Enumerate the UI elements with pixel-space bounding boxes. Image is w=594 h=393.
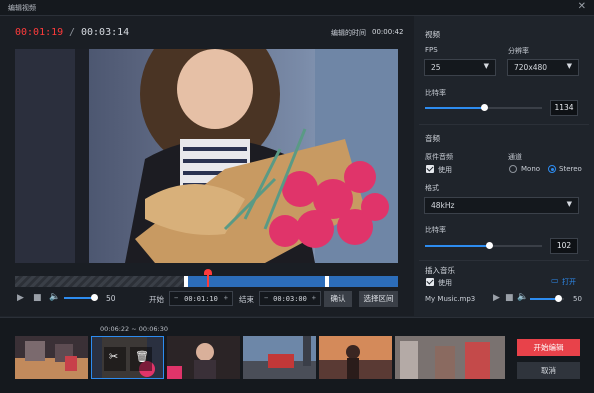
music-use-checkbox[interactable]: [426, 278, 434, 286]
music-use-label: 使用: [438, 279, 452, 287]
stop-icon[interactable]: ■: [33, 293, 42, 303]
fps-dropdown[interactable]: 25 ▼: [424, 59, 496, 76]
video-preview[interactable]: [15, 49, 398, 263]
format-label: 格式: [425, 184, 439, 192]
video-bitrate-slider[interactable]: [425, 104, 542, 111]
clip-range-label: 00:06:22 ~ 00:06:30: [100, 325, 168, 333]
volume-knob[interactable]: [91, 294, 98, 301]
start-label: 开始: [149, 295, 164, 304]
volume-value: 50: [106, 294, 116, 303]
music-file-name: My Music.mp3: [425, 295, 476, 303]
clip-thumbnail[interactable]: [167, 336, 240, 379]
original-audio-checkbox[interactable]: [426, 165, 434, 173]
chevron-down-icon: ▼: [566, 200, 572, 208]
music-volume-slider[interactable]: [530, 295, 564, 302]
format-value: 48kHz: [431, 201, 455, 210]
clip-thumbnail[interactable]: [243, 336, 316, 379]
music-play-icon[interactable]: ▶: [493, 293, 500, 303]
timeline-bar[interactable]: [15, 269, 398, 287]
video-bitrate-knob[interactable]: [481, 104, 488, 111]
mono-label: Mono: [521, 165, 541, 173]
trash-icon[interactable]: 🗑: [135, 350, 149, 363]
title-bar: 编辑视频 ✕: [0, 0, 594, 16]
select-range-button[interactable]: 选择区间: [359, 291, 398, 307]
end-time-input[interactable]: − 00:03:00 +: [259, 291, 321, 306]
audio-bitrate-label: 比特率: [425, 226, 446, 234]
original-audio-label: 原件音频: [425, 153, 453, 161]
video-frame-image: [15, 49, 398, 263]
volume-slider[interactable]: [64, 294, 98, 301]
start-plus-button[interactable]: +: [224, 294, 228, 302]
format-dropdown[interactable]: 48kHz ▼: [424, 197, 579, 214]
music-section-label: 插入音乐: [425, 266, 455, 275]
folder-open-icon[interactable]: ▭: [551, 276, 559, 285]
video-section-label: 视频: [425, 30, 440, 39]
channel-label: 通道: [508, 153, 522, 161]
original-audio-use-label: 使用: [438, 166, 452, 174]
divider: [419, 124, 589, 125]
clip-thumbnail[interactable]: [395, 336, 505, 379]
edited-time-label: 编辑的时间: [331, 29, 366, 37]
end-plus-button[interactable]: +: [312, 294, 316, 302]
stereo-label: Stereo: [559, 165, 582, 173]
window-title: 编辑视频: [8, 4, 36, 12]
resolution-label: 分辨率: [508, 47, 529, 55]
time-separator: /: [69, 27, 76, 38]
playhead-marker[interactable]: [204, 269, 212, 287]
music-volume-knob[interactable]: [555, 295, 562, 302]
end-label: 结束: [239, 295, 254, 304]
total-time: 00:03:14: [81, 27, 130, 38]
edit-video-window: 编辑视频 ✕ 00:01:19 / 00:03:14 编辑的时间 00:00:4…: [0, 0, 594, 393]
video-bitrate-value[interactable]: 1134: [550, 100, 578, 116]
start-edit-button[interactable]: 开始编辑: [517, 339, 580, 356]
cut-icon[interactable]: ✂: [109, 350, 118, 363]
chevron-down-icon: ▼: [483, 62, 489, 70]
audio-bitrate-slider[interactable]: [425, 242, 542, 249]
clip-thumbnail[interactable]: [15, 336, 88, 379]
fps-value: 25: [431, 63, 441, 72]
resolution-dropdown[interactable]: 720x480 ▼: [507, 59, 579, 76]
timeline-unselected-left: [15, 276, 185, 287]
clip-thumbnail[interactable]: [319, 336, 392, 379]
play-icon[interactable]: ▶: [17, 293, 24, 303]
resolution-value: 720x480: [514, 63, 548, 72]
music-volume-icon[interactable]: 🔈: [517, 292, 528, 302]
timeline-selection[interactable]: [184, 276, 329, 287]
music-stop-icon[interactable]: ■: [505, 293, 514, 303]
audio-bitrate-knob[interactable]: [486, 242, 493, 249]
clip-thumbnail-selected[interactable]: ✂ 🗑: [91, 336, 164, 379]
chevron-down-icon: ▼: [566, 62, 572, 70]
video-bitrate-label: 比特率: [425, 89, 446, 97]
edited-time-value: 00:00:42: [372, 28, 404, 36]
cancel-button[interactable]: 取消: [517, 362, 580, 379]
confirm-button[interactable]: 确认: [324, 291, 352, 307]
current-time: 00:01:19: [15, 27, 64, 38]
fps-label: FPS: [425, 46, 438, 54]
volume-icon[interactable]: 🔈: [49, 292, 60, 302]
stereo-radio[interactable]: [548, 165, 556, 173]
audio-section-label: 音频: [425, 134, 440, 143]
audio-bitrate-value[interactable]: 102: [550, 238, 578, 254]
divider: [419, 260, 589, 261]
clip-strip: 00:06:22 ~ 00:06:30 ✂ 🗑: [0, 317, 594, 393]
music-volume-value: 50: [573, 295, 582, 303]
start-time-input[interactable]: − 00:01:10 +: [169, 291, 233, 306]
start-time-value: 00:01:10: [184, 295, 218, 303]
open-music-link[interactable]: 打开: [562, 277, 576, 287]
mono-radio[interactable]: [509, 165, 517, 173]
close-icon[interactable]: ✕: [578, 1, 586, 12]
